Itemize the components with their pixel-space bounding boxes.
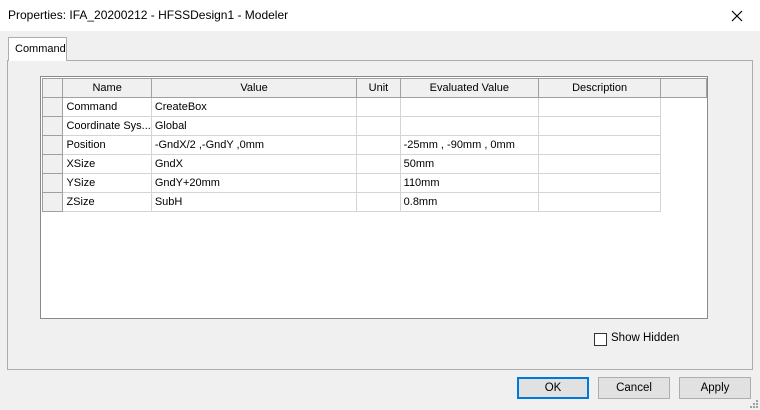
cell-name[interactable]: ZSize bbox=[62, 192, 152, 212]
cell-unit[interactable] bbox=[356, 135, 401, 155]
cell-unit[interactable] bbox=[356, 116, 401, 136]
cell-value[interactable]: Global bbox=[150, 116, 358, 136]
row-header[interactable] bbox=[41, 135, 64, 155]
row-header[interactable] bbox=[41, 192, 64, 212]
cell-description[interactable] bbox=[537, 192, 662, 212]
tab-command-label: Command bbox=[15, 43, 66, 55]
row-header[interactable] bbox=[41, 97, 64, 117]
show-hidden-checkbox[interactable] bbox=[594, 333, 607, 346]
row-header[interactable] bbox=[41, 116, 64, 136]
window-title: Properties: IFA_20200212 - HFSSDesign1 -… bbox=[8, 8, 289, 22]
cell-evaluated-value: 50mm bbox=[399, 154, 540, 174]
tab-command[interactable]: Command bbox=[8, 37, 67, 61]
cell-evaluated-value bbox=[399, 97, 540, 117]
table-row[interactable]: ZSize SubH 0.8mm bbox=[41, 192, 707, 212]
corner-header bbox=[41, 78, 64, 98]
cell-unit[interactable] bbox=[356, 97, 401, 117]
cell-name[interactable]: Coordinate Sys... bbox=[62, 116, 152, 136]
column-header-name[interactable]: Name bbox=[62, 78, 152, 98]
cell-evaluated-value: 110mm bbox=[399, 173, 540, 193]
cell-value[interactable]: SubH bbox=[150, 192, 358, 212]
apply-button[interactable]: Apply bbox=[679, 377, 751, 399]
title-bar: Properties: IFA_20200212 - HFSSDesign1 -… bbox=[0, 0, 760, 31]
column-header-value[interactable]: Value bbox=[150, 78, 358, 98]
ok-button[interactable]: OK bbox=[517, 377, 589, 399]
show-hidden-label: Show Hidden bbox=[611, 332, 680, 344]
cell-unit[interactable] bbox=[356, 192, 401, 212]
table-row[interactable]: Position -GndX/2 ,-GndY ,0mm -25mm , -90… bbox=[41, 135, 707, 155]
table-row[interactable]: YSize GndY+20mm 110mm bbox=[41, 173, 707, 193]
close-button[interactable] bbox=[714, 0, 760, 31]
cell-description[interactable] bbox=[537, 135, 662, 155]
cell-value[interactable]: GndX bbox=[150, 154, 358, 174]
cell-unit[interactable] bbox=[356, 154, 401, 174]
cancel-button[interactable]: Cancel bbox=[598, 377, 670, 399]
cell-value[interactable]: GndY+20mm bbox=[150, 173, 358, 193]
cell-description[interactable] bbox=[537, 97, 662, 117]
resize-grip-icon[interactable] bbox=[748, 398, 758, 408]
cell-description[interactable] bbox=[537, 173, 662, 193]
cell-evaluated-value: 0.8mm bbox=[399, 192, 540, 212]
cell-evaluated-value: -25mm , -90mm , 0mm bbox=[399, 135, 540, 155]
table-row[interactable]: XSize GndX 50mm bbox=[41, 154, 707, 174]
cell-name[interactable]: XSize bbox=[62, 154, 152, 174]
close-icon bbox=[731, 10, 743, 21]
cell-name[interactable]: Command bbox=[62, 97, 152, 117]
column-header-filler bbox=[660, 78, 707, 98]
properties-table: Name Value Unit Evaluated Value Descript… bbox=[41, 78, 707, 212]
properties-grid[interactable]: Name Value Unit Evaluated Value Descript… bbox=[40, 76, 708, 319]
cell-name[interactable]: Position bbox=[62, 135, 152, 155]
cell-description[interactable] bbox=[537, 116, 662, 136]
header-row: Name Value Unit Evaluated Value Descript… bbox=[41, 78, 707, 98]
cell-description[interactable] bbox=[537, 154, 662, 174]
cell-value[interactable]: CreateBox bbox=[150, 97, 358, 117]
column-header-unit[interactable]: Unit bbox=[356, 78, 401, 98]
column-header-description[interactable]: Description bbox=[537, 78, 662, 98]
cell-value[interactable]: -GndX/2 ,-GndY ,0mm bbox=[150, 135, 358, 155]
column-header-evaluated-value[interactable]: Evaluated Value bbox=[399, 78, 540, 98]
row-header[interactable] bbox=[41, 173, 64, 193]
cell-evaluated-value bbox=[399, 116, 540, 136]
cell-name[interactable]: YSize bbox=[62, 173, 152, 193]
table-row[interactable]: Coordinate Sys... Global bbox=[41, 116, 707, 136]
table-row[interactable]: Command CreateBox bbox=[41, 97, 707, 117]
row-header[interactable] bbox=[41, 154, 64, 174]
cell-unit[interactable] bbox=[356, 173, 401, 193]
